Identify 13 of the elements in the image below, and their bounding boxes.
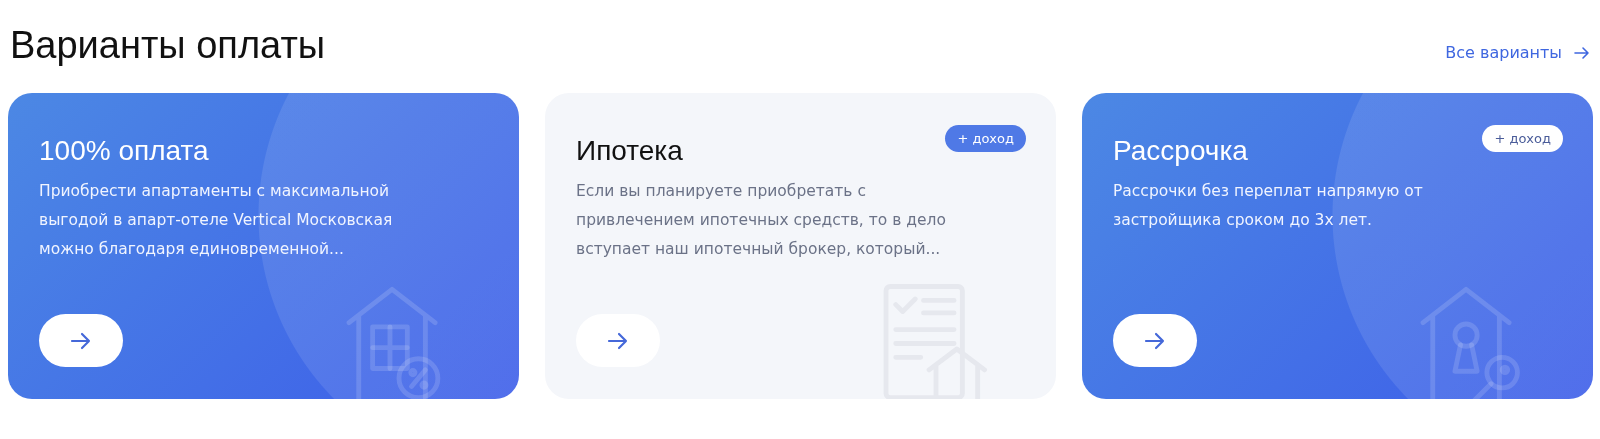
income-badge: + доход — [1482, 125, 1563, 152]
card-description: Рассрочки без переплат напрямую от застройщика сроком до 3х лет. — [1113, 181, 1424, 231]
arrow-button[interactable] — [39, 314, 123, 367]
card-title: Рассрочка — [1113, 135, 1248, 167]
card-description: Если вы планируете приобретать с привлечением ипотечных средств, то в дело вступает наш ипотечный брокер, который... — [576, 181, 947, 260]
section-heading: Варианты оплаты — [9, 24, 326, 67]
all-options-link[interactable]: Все варианты — [1445, 29, 1593, 62]
card-title: Ипотека — [576, 135, 683, 167]
card-title: 100% оплата — [39, 135, 209, 167]
income-badge: + доход — [945, 125, 1026, 152]
arrow-button[interactable] — [1113, 314, 1197, 367]
card-description: Приобрести апартаменты с максимальной выгодой в апарт-отеле Vertical Московская можно благодаря единовременной... — [39, 181, 394, 260]
arrow-right-icon — [1574, 44, 1590, 61]
